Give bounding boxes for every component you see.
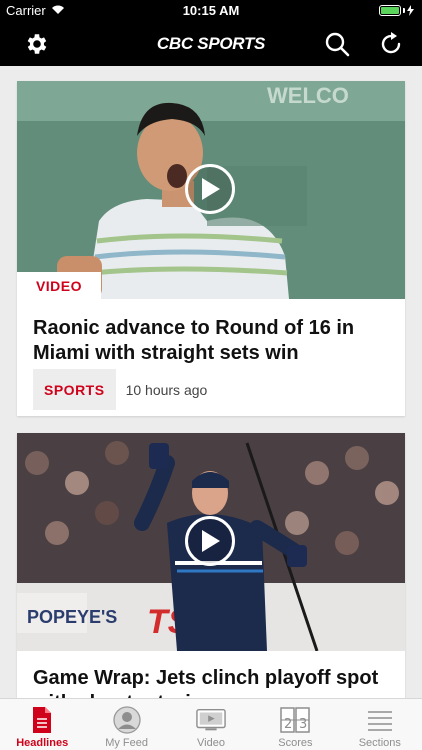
headlines-feed[interactable]: WELCO VIDEO Raonic advance to Round of 1… (0, 66, 422, 698)
tab-label: Headlines (16, 737, 69, 749)
tab-scores[interactable]: 23 Scores (253, 699, 337, 750)
story-timestamp: 10 hours ago (125, 381, 208, 398)
status-time: 10:15 AM (182, 3, 240, 18)
tab-label: Sections (358, 737, 401, 749)
play-icon[interactable] (185, 164, 235, 214)
charging-bolt-icon (407, 5, 414, 16)
tab-label: Scores (278, 737, 313, 749)
story-meta: SPORTS 10 hours ago (33, 369, 207, 410)
story-card[interactable]: POPEYE'S TS Game Wrap: Jets clinch playo… (17, 433, 405, 698)
svg-text:2: 2 (284, 717, 292, 732)
category-badge[interactable]: SPORTS (33, 369, 116, 410)
tab-bar: Headlines My Feed Video 23 Scores Sectio… (0, 698, 422, 750)
tab-my-feed[interactable]: My Feed (84, 699, 168, 750)
play-icon[interactable] (185, 516, 235, 566)
story-headline[interactable]: Raonic advance to Round of 16 in Miami w… (33, 316, 389, 366)
svg-text:POPEYE'S: POPEYE'S (27, 607, 117, 627)
tv-icon (196, 705, 226, 735)
tab-video[interactable]: Video (169, 699, 253, 750)
menu-lines-icon (365, 705, 395, 735)
video-tag: VIDEO (17, 272, 101, 299)
person-icon (112, 705, 142, 735)
story-card[interactable]: WELCO VIDEO Raonic advance to Round of 1… (17, 81, 405, 416)
story-thumbnail[interactable]: WELCO VIDEO (17, 81, 405, 299)
document-icon (27, 705, 57, 735)
app-logo: CBC SPORTS (156, 34, 266, 53)
tab-headlines[interactable]: Headlines (0, 699, 84, 750)
svg-text:WELCO: WELCO (267, 83, 349, 108)
search-icon[interactable] (322, 29, 352, 59)
scoreboard-icon: 23 (280, 705, 311, 735)
tab-label: Video (197, 737, 225, 749)
nav-bar: CBC SPORTS (0, 22, 422, 66)
status-bar: Carrier 10:15 AM (0, 0, 422, 22)
story-headline[interactable]: Game Wrap: Jets clinch playoff spot with… (33, 666, 389, 698)
story-thumbnail[interactable]: POPEYE'S TS (17, 433, 405, 651)
refresh-icon[interactable] (377, 29, 407, 59)
battery-icon (379, 5, 414, 16)
tab-sections[interactable]: Sections (338, 699, 422, 750)
tab-label: My Feed (105, 737, 148, 749)
svg-text:3: 3 (299, 717, 307, 732)
